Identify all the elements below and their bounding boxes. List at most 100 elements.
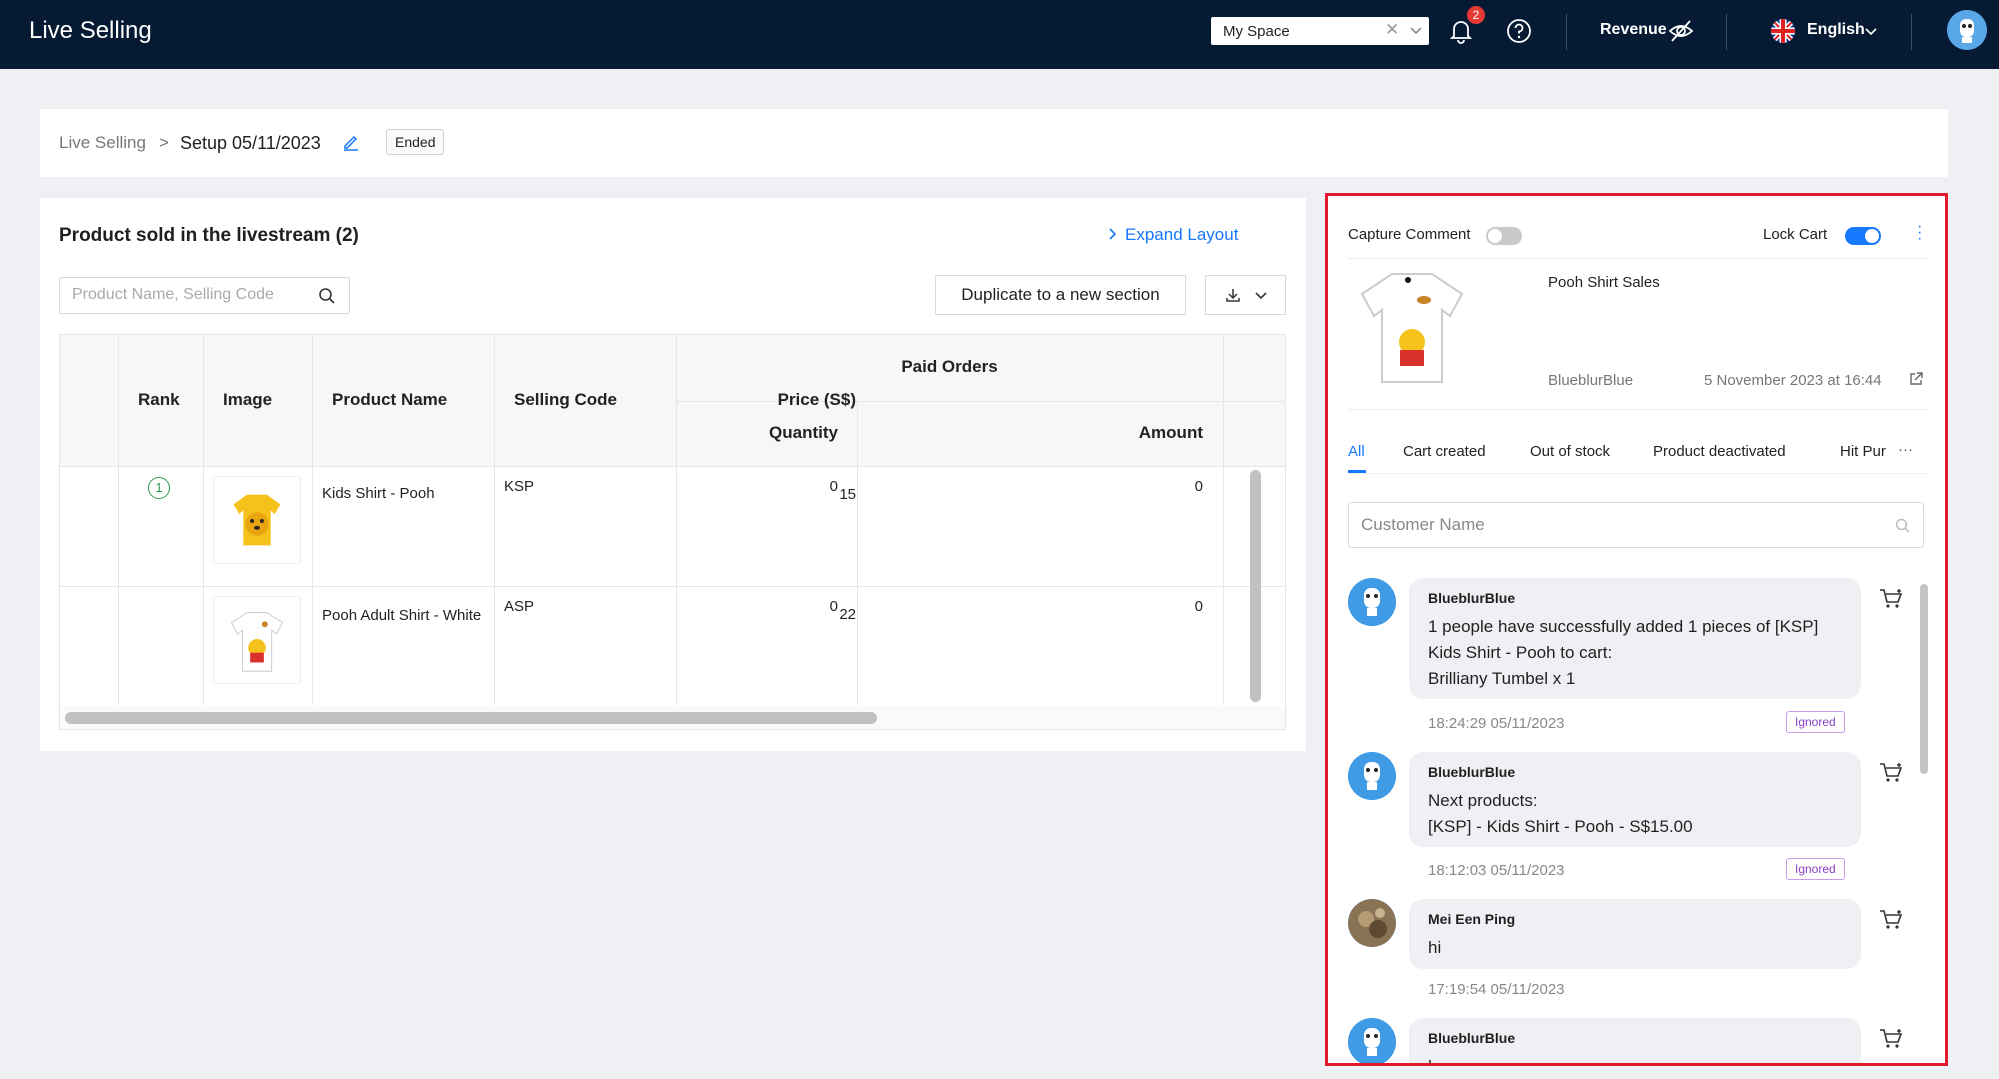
add-to-cart-icon[interactable] [1878,908,1904,930]
products-table: Rank Image Product Name Selling Code Pri… [59,334,1286,730]
product-name[interactable]: Pooh Adult Shirt - White [322,605,482,627]
amount: 0 [1194,598,1203,615]
chevron-down-icon [1410,27,1422,35]
tab-out-of-stock[interactable]: Out of stock [1530,443,1610,460]
avatar [1348,752,1396,800]
more-tabs-button[interactable]: ··· [1898,441,1913,458]
breadcrumb-separator: > [159,133,169,152]
stream-thumbnail [1360,273,1464,383]
divider [1348,473,1928,474]
message-text: hi [1428,938,1442,957]
column-header-product-name[interactable]: Product Name [332,390,447,410]
customer-search[interactable] [1348,502,1924,548]
tab-hit-purchase[interactable]: Hit Pur [1840,443,1886,460]
status-badge: Ended [386,129,445,155]
message-author: BlueblurBlue [1428,764,1516,780]
column-header-amount[interactable]: Amount [890,423,1203,443]
space-select[interactable]: My Space ✕ [1211,17,1429,45]
divider [1348,409,1928,410]
breadcrumb: Live Selling > Setup 05/11/2023 Ended [40,109,1948,177]
row-divider [60,586,1285,587]
product-name[interactable]: Kids Shirt - Pooh [322,485,435,502]
add-to-cart-icon[interactable] [1878,761,1904,783]
selling-code: KSP [504,478,535,495]
expand-layout-link[interactable]: Expand Layout [1109,225,1239,245]
message-bubble: BlueblurBlue 1 people have successfully … [1409,578,1861,699]
tab-cart-created[interactable]: Cart created [1403,443,1486,460]
stream-title: Pooh Shirt Sales [1548,274,1660,291]
column-divider [203,335,204,705]
customer-search-input[interactable] [1361,515,1861,535]
lock-cart-toggle[interactable] [1845,227,1881,245]
chat-scrollbar[interactable] [1920,584,1928,774]
message-bubble: BlueblurBlue Next products: [KSP] - Kids… [1409,752,1861,847]
tab-product-deactivated[interactable]: Product deactivated [1653,443,1786,460]
capture-comment-label: Capture Comment [1348,226,1471,243]
column-divider [118,335,119,705]
message-timestamp: 18:12:03 05/11/2023 [1428,862,1565,879]
avatar [1348,899,1396,947]
help-icon[interactable] [1506,18,1532,44]
amount: 0 [1194,478,1203,495]
download-icon [1226,289,1240,302]
column-header-selling-code[interactable]: Selling Code [514,390,617,410]
add-to-cart-icon[interactable] [1878,1027,1904,1049]
space-select-value: My Space [1223,23,1290,40]
clear-icon[interactable]: ✕ [1385,20,1399,40]
external-link-icon[interactable] [1908,371,1924,387]
uk-flag-icon [1771,19,1795,43]
app-title: Live Selling [29,17,152,44]
message-bubble: BlueblurBlue hey [1409,1018,1861,1063]
quantity: 0 [829,598,838,615]
message-text: Next products: [KSP] - Kids Shirt - Pooh… [1428,791,1693,836]
column-divider [494,335,495,705]
capture-comment-toggle[interactable] [1486,227,1522,245]
message-text: hey [1428,1054,1848,1063]
table-vertical-scrollbar[interactable] [1250,470,1261,702]
horizontal-scrollbar[interactable] [65,712,877,724]
column-header-quantity[interactable]: Quantity [710,423,838,443]
selling-code: ASP [504,598,535,615]
message-text: 1 people have successfully added 1 piece… [1428,617,1819,688]
stream-date: 5 November 2023 at 16:44 [1704,372,1882,389]
product-search[interactable] [59,277,350,314]
products-panel: Product sold in the livestream (2) Expan… [40,198,1306,751]
chevron-right-icon [1109,228,1117,240]
column-header-rank[interactable]: Rank [138,390,180,410]
more-options-icon[interactable]: · · · [1917,219,1923,247]
add-to-cart-icon[interactable] [1878,587,1904,609]
quantity: 0 [829,478,838,495]
product-search-input[interactable] [72,286,312,304]
chevron-down-icon [1255,292,1267,300]
download-button[interactable] [1205,275,1286,315]
product-image [213,596,301,684]
column-divider [312,335,313,705]
tab-all[interactable]: All [1348,443,1365,460]
divider [1566,14,1567,50]
column-header-price[interactable]: Price (S$) [756,390,856,410]
duplicate-section-button[interactable]: Duplicate to a new section [935,275,1186,315]
search-icon[interactable] [1895,518,1911,534]
expand-layout-label: Expand Layout [1125,225,1239,244]
language-select[interactable]: English [1807,21,1865,39]
avatar [1348,1018,1396,1063]
message-bubble: Mei Een Ping hi [1409,899,1861,969]
divider [1348,258,1928,259]
comment-filter-tabs: All Cart created Out of stock Product de… [1348,436,1888,466]
eye-off-icon[interactable] [1667,17,1695,45]
section-title: Product sold in the livestream (2) [59,225,359,246]
product-image [213,476,301,564]
user-avatar[interactable] [1947,10,1987,50]
edit-icon[interactable] [342,133,360,151]
search-icon[interactable] [318,287,336,305]
column-divider [857,401,858,705]
stream-author: BlueblurBlue [1548,372,1634,389]
breadcrumb-root-link[interactable]: Live Selling [59,133,146,153]
chevron-down-icon [1865,28,1877,36]
divider [1911,14,1912,50]
top-navigation-bar: Live Selling My Space ✕ 2 Revenue Englis… [0,0,1999,69]
ignored-tag: Ignored [1786,858,1845,880]
revenue-label: Revenue [1600,21,1667,38]
rank-badge: 1 [148,477,170,499]
message-timestamp: 18:24:29 05/11/2023 [1428,715,1565,732]
